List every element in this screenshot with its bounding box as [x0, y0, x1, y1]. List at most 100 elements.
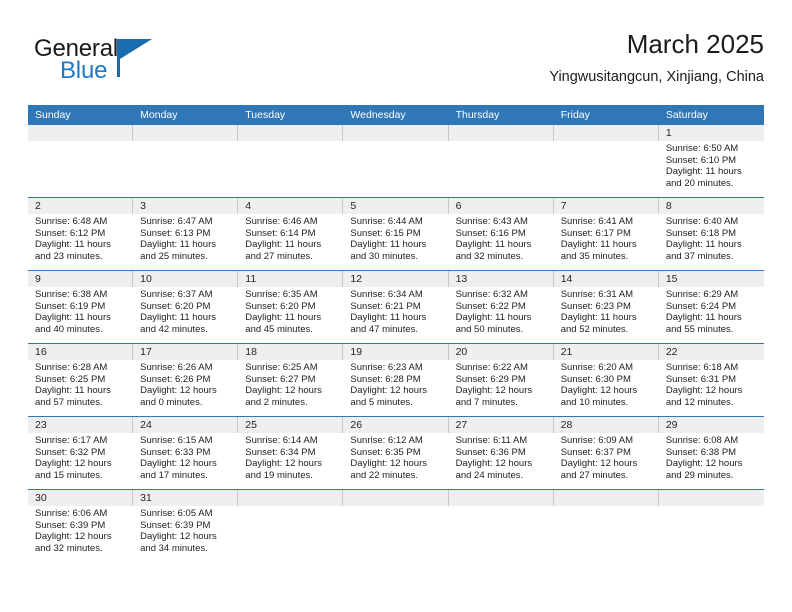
- detail-daylight2: and 25 minutes.: [140, 250, 208, 262]
- detail-sunrise: Sunrise: 6:44 AM: [350, 216, 423, 227]
- detail-daylight1: Daylight: 12 hours: [140, 531, 217, 543]
- detail-daylight1: Daylight: 12 hours: [560, 458, 638, 470]
- detail-daylight2: and 30 minutes.: [350, 250, 419, 262]
- detail-sunset: Sunset: 6:21 PM: [350, 300, 421, 312]
- day-number: 14: [553, 271, 659, 287]
- detail-sunset: Sunset: 6:20 PM: [245, 300, 316, 312]
- calendar-cell-empty: [553, 490, 659, 562]
- detail-sunset: Sunset: 6:31 PM: [665, 373, 737, 385]
- calendar-day-cell[interactable]: 9 Sunrise: 6:38 AM Sunset: 6:19 PM Daylight…: [28, 271, 134, 343]
- detail-daylight2: and 52 minutes.: [560, 323, 629, 335]
- day-number: 3: [133, 198, 239, 214]
- detail-daylight1: Daylight: 12 hours: [140, 385, 217, 397]
- calendar-day-cell[interactable]: 12 Sunrise: 6:34 AM Sunset: 6:21 PM Dayligh…: [343, 271, 449, 343]
- day-details: Sunrise: 6:18 AM Sunset: 6:31 PM Daylight:…: [659, 360, 764, 408]
- calendar-day-cell[interactable]: 2 Sunrise: 6:48 AM Sunset: 6:12 PM Daylight…: [28, 198, 134, 270]
- day-number: 6: [448, 198, 554, 214]
- day-number: [553, 125, 659, 141]
- calendar-body: 1 Sunrise: 6:50 AM Sunset: 6:10 PM Daylight…: [28, 125, 764, 562]
- detail-sunset: Sunset: 6:34 PM: [245, 446, 316, 458]
- calendar-day-cell[interactable]: 3 Sunrise: 6:47 AM Sunset: 6:13 PM Daylight…: [133, 198, 239, 270]
- calendar-day-cell[interactable]: 4 Sunrise: 6:46 AM Sunset: 6:14 PM Daylight…: [238, 198, 344, 270]
- calendar-day-cell[interactable]: 23 Sunrise: 6:17 AM Sunset: 6:32 PM Dayligh…: [28, 417, 134, 489]
- calendar-day-cell[interactable]: 6 Sunrise: 6:43 AM Sunset: 6:16 PM Daylight…: [448, 198, 554, 270]
- detail-sunrise: Sunrise: 6:12 AM: [350, 435, 423, 446]
- detail-sunrise: Sunrise: 6:35 AM: [245, 289, 318, 300]
- calendar-day-cell[interactable]: 21 Sunrise: 6:20 AM Sunset: 6:30 PM Dayligh…: [553, 344, 659, 416]
- detail-daylight1: Daylight: 11 hours: [140, 239, 217, 251]
- calendar-day-cell[interactable]: 8 Sunrise: 6:40 AM Sunset: 6:18 PM Daylight…: [658, 198, 764, 270]
- calendar-day-cell[interactable]: 27 Sunrise: 6:11 AM Sunset: 6:36 PM Dayligh…: [448, 417, 554, 489]
- detail-daylight2: and 29 minutes.: [665, 469, 734, 481]
- weekday-header-saturday: Saturday: [665, 109, 708, 121]
- day-number: [238, 125, 344, 141]
- detail-daylight1: Daylight: 11 hours: [350, 312, 427, 324]
- calendar-day-cell[interactable]: 26 Sunrise: 6:12 AM Sunset: 6:35 PM Dayligh…: [343, 417, 449, 489]
- detail-daylight1: Daylight: 11 hours: [140, 312, 217, 324]
- day-number: 11: [238, 271, 344, 287]
- detail-sunset: Sunset: 6:14 PM: [245, 227, 316, 239]
- detail-sunrise: Sunrise: 6:23 AM: [350, 362, 423, 373]
- day-number: 1: [658, 125, 764, 141]
- detail-sunrise: Sunrise: 6:34 AM: [350, 289, 423, 300]
- calendar-day-cell[interactable]: 15 Sunrise: 6:29 AM Sunset: 6:24 PM Dayligh…: [658, 271, 764, 343]
- detail-daylight1: Daylight: 12 hours: [35, 458, 112, 470]
- calendar-day-cell[interactable]: 30 Sunrise: 6:06 AM Sunset: 6:39 PM Dayligh…: [28, 490, 134, 562]
- detail-daylight2: and 24 minutes.: [455, 469, 524, 481]
- calendar-day-cell[interactable]: 1 Sunrise: 6:50 AM Sunset: 6:10 PM Daylight…: [658, 125, 764, 197]
- day-number: 23: [28, 417, 134, 433]
- detail-daylight2: and 22 minutes.: [350, 469, 419, 481]
- calendar-day-cell[interactable]: 20 Sunrise: 6:22 AM Sunset: 6:29 PM Dayligh…: [448, 344, 554, 416]
- calendar-day-cell[interactable]: 19 Sunrise: 6:23 AM Sunset: 6:28 PM Dayligh…: [343, 344, 449, 416]
- day-number: [343, 125, 449, 141]
- detail-daylight2: and 57 minutes.: [35, 396, 103, 408]
- day-number: [238, 490, 344, 506]
- calendar-day-cell[interactable]: 10 Sunrise: 6:37 AM Sunset: 6:20 PM Dayligh…: [133, 271, 239, 343]
- detail-daylight1: Daylight: 11 hours: [665, 166, 742, 178]
- detail-sunrise: Sunrise: 6:46 AM: [245, 216, 318, 227]
- detail-sunset: Sunset: 6:35 PM: [350, 446, 421, 458]
- detail-daylight1: Daylight: 12 hours: [560, 385, 638, 397]
- calendar-cell-empty: [28, 125, 134, 197]
- calendar-day-cell[interactable]: 5 Sunrise: 6:44 AM Sunset: 6:15 PM Daylight…: [343, 198, 449, 270]
- calendar-day-cell[interactable]: 7 Sunrise: 6:41 AM Sunset: 6:17 PM Daylight…: [553, 198, 659, 270]
- detail-daylight1: Daylight: 12 hours: [350, 458, 427, 470]
- detail-sunset: Sunset: 6:18 PM: [665, 227, 737, 239]
- calendar-day-cell[interactable]: 17 Sunrise: 6:26 AM Sunset: 6:26 PM Dayligh…: [133, 344, 239, 416]
- detail-daylight1: Daylight: 12 hours: [665, 458, 743, 470]
- calendar-cell-empty: [553, 125, 659, 197]
- detail-daylight2: and 23 minutes.: [35, 250, 103, 262]
- detail-daylight2: and 47 minutes.: [350, 323, 419, 335]
- calendar-day-cell[interactable]: 24 Sunrise: 6:15 AM Sunset: 6:33 PM Dayligh…: [133, 417, 239, 489]
- week-row: 16 Sunrise: 6:28 AM Sunset: 6:25 PM Dayligh…: [28, 344, 764, 417]
- detail-daylight2: and 37 minutes.: [665, 250, 734, 262]
- detail-sunrise: Sunrise: 6:14 AM: [245, 435, 318, 446]
- calendar-day-cell[interactable]: 18 Sunrise: 6:25 AM Sunset: 6:27 PM Dayligh…: [238, 344, 344, 416]
- day-number: 10: [133, 271, 239, 287]
- week-row: 30 Sunrise: 6:06 AM Sunset: 6:39 PM Dayligh…: [28, 490, 764, 562]
- detail-daylight2: and 7 minutes.: [455, 396, 518, 408]
- calendar-day-cell[interactable]: 13 Sunrise: 6:32 AM Sunset: 6:22 PM Dayligh…: [448, 271, 554, 343]
- detail-daylight2: and 20 minutes.: [665, 177, 734, 189]
- calendar-day-cell[interactable]: 28 Sunrise: 6:09 AM Sunset: 6:37 PM Dayligh…: [553, 417, 659, 489]
- weekday-header-monday: Monday: [140, 109, 178, 121]
- calendar-day-cell[interactable]: 29 Sunrise: 6:08 AM Sunset: 6:38 PM Dayligh…: [658, 417, 764, 489]
- calendar-day-cell[interactable]: 16 Sunrise: 6:28 AM Sunset: 6:25 PM Dayligh…: [28, 344, 134, 416]
- calendar-day-cell[interactable]: 22 Sunrise: 6:18 AM Sunset: 6:31 PM Dayligh…: [658, 344, 764, 416]
- calendar-cell-empty: [448, 490, 554, 562]
- general-blue-logo[interactable]: General Blue: [34, 36, 164, 92]
- detail-daylight2: and 12 minutes.: [665, 396, 734, 408]
- detail-daylight1: Daylight: 11 hours: [665, 312, 742, 324]
- day-number: 30: [28, 490, 134, 506]
- detail-sunset: Sunset: 6:37 PM: [560, 446, 631, 458]
- detail-daylight1: Daylight: 11 hours: [35, 385, 111, 397]
- detail-sunrise: Sunrise: 6:50 AM: [665, 143, 739, 154]
- calendar-day-cell[interactable]: 14 Sunrise: 6:31 AM Sunset: 6:23 PM Dayligh…: [553, 271, 659, 343]
- calendar-day-cell[interactable]: 25 Sunrise: 6:14 AM Sunset: 6:34 PM Dayligh…: [238, 417, 344, 489]
- calendar-cell-empty: [448, 125, 554, 197]
- day-number: 18: [238, 344, 344, 360]
- calendar-day-cell[interactable]: 31 Sunrise: 6:05 AM Sunset: 6:39 PM Dayligh…: [133, 490, 239, 562]
- calendar-day-cell[interactable]: 11 Sunrise: 6:35 AM Sunset: 6:20 PM Dayligh…: [238, 271, 344, 343]
- day-number: [553, 490, 659, 506]
- detail-sunset: Sunset: 6:22 PM: [455, 300, 526, 312]
